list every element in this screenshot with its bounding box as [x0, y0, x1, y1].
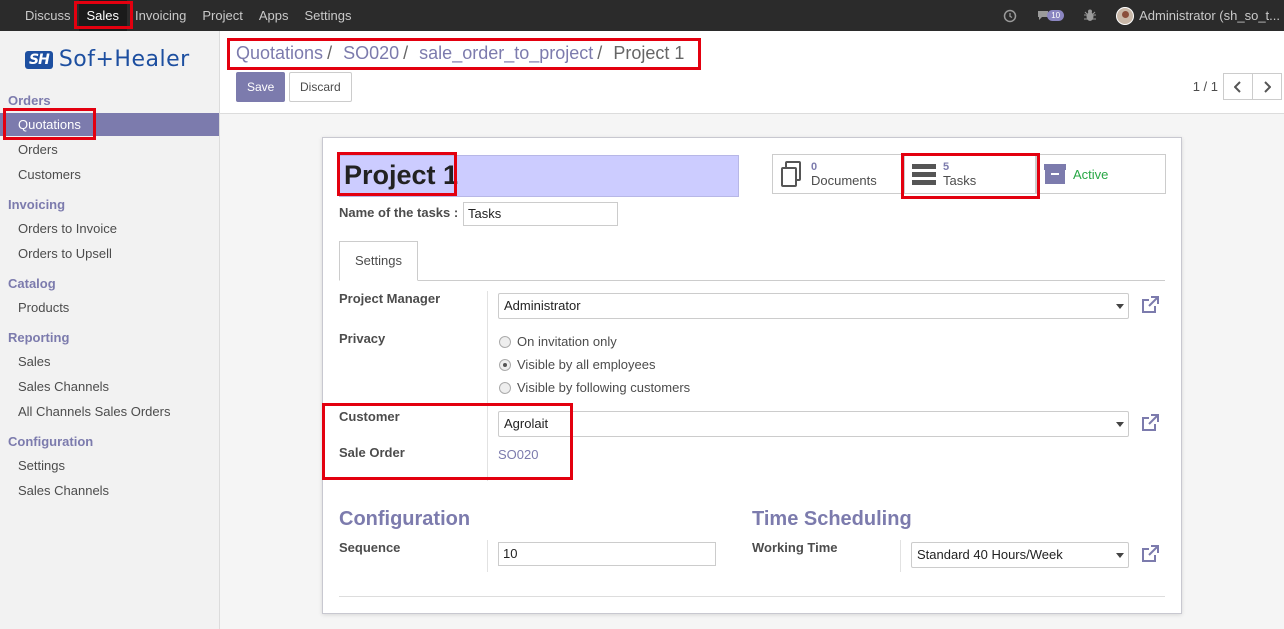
top-navbar: Discuss Sales Invoicing Project Apps Set…: [0, 0, 1284, 31]
sidebar-section-catalog: Catalog: [8, 276, 56, 291]
privacy-option-invitation[interactable]: On invitation only: [499, 334, 617, 349]
sequence-input[interactable]: 10: [498, 542, 716, 566]
working-time-select[interactable]: Standard 40 Hours/Week: [911, 542, 1129, 568]
external-link-icon[interactable]: [1140, 295, 1160, 315]
discard-button[interactable]: Discard: [289, 72, 352, 102]
sidebar-section-orders: Orders: [8, 93, 51, 108]
working-time-value: Standard 40 Hours/Week: [917, 547, 1063, 562]
customer-label: Customer: [339, 409, 400, 424]
pager-value: 1 / 1: [1192, 79, 1218, 94]
breadcrumb: Quotations / SO020/ sale_order_to_project…: [236, 43, 685, 63]
chevron-left-icon: [1234, 80, 1241, 93]
sale-order-label: Sale Order: [339, 445, 405, 460]
sidebar-item-products[interactable]: Products: [0, 296, 219, 319]
privacy-option-label: Visible by following customers: [517, 380, 691, 395]
chevron-down-icon: [1116, 553, 1124, 558]
softhealer-logo: SH Sof+Healer: [25, 47, 190, 72]
external-link-icon[interactable]: [1140, 413, 1160, 433]
sidebar-section-configuration: Configuration: [8, 434, 94, 449]
field-divider: [487, 540, 488, 572]
sale-order-link[interactable]: SO020: [498, 447, 538, 462]
customer-select[interactable]: Agrolait: [498, 411, 1129, 437]
menu-settings[interactable]: Settings: [296, 0, 359, 31]
tab-underline: [339, 280, 1165, 281]
radio-button[interactable]: [499, 381, 511, 394]
debug-bug-icon[interactable]: [1084, 9, 1097, 22]
menu-apps[interactable]: Apps: [251, 0, 297, 31]
sidebar-item-sales-channels[interactable]: Sales Channels: [0, 375, 219, 398]
sidebar-item-config-sales-channels[interactable]: Sales Channels: [0, 479, 219, 502]
sidebar-item-customers[interactable]: Customers: [0, 163, 219, 186]
breadcrumb-quotations[interactable]: Quotations: [236, 43, 323, 63]
privacy-label: Privacy: [339, 331, 386, 346]
archive-icon: [1044, 164, 1066, 184]
pager-next-button[interactable]: [1252, 73, 1282, 100]
breadcrumb-so020[interactable]: SO020: [343, 43, 399, 63]
sidebar-item-quotations[interactable]: Quotations: [0, 113, 219, 136]
systray: 10 Administrator (sh_so_t...: [993, 0, 1284, 31]
external-link-icon[interactable]: [1140, 544, 1160, 564]
tasks-smart-button[interactable]: 5 Tasks: [904, 154, 1036, 194]
menu-discuss[interactable]: Discuss: [17, 0, 79, 31]
tasks-label: Tasks: [943, 172, 977, 188]
save-button[interactable]: Save: [236, 72, 285, 102]
configuration-heading: Configuration: [339, 508, 471, 530]
radio-button-checked[interactable]: [499, 358, 511, 371]
privacy-option-employees[interactable]: Visible by all employees: [499, 357, 656, 372]
chevron-down-icon: [1116, 304, 1124, 309]
sidebar-item-settings[interactable]: Settings: [0, 454, 219, 477]
privacy-option-customers[interactable]: Visible by following customers: [499, 380, 690, 395]
active-toggle-button[interactable]: Active: [1036, 154, 1166, 194]
avatar: [1116, 6, 1135, 25]
sidebar-section-reporting: Reporting: [8, 330, 70, 345]
breadcrumb-sale-order-to-project[interactable]: sale_order_to_project: [419, 43, 593, 63]
radio-button[interactable]: [499, 335, 511, 348]
main-menu: Discuss Sales Invoicing Project Apps Set…: [0, 0, 359, 31]
active-label: Active: [1073, 166, 1109, 182]
tasks-count: 5: [943, 160, 950, 173]
sequence-label: Sequence: [339, 540, 401, 555]
chevron-right-icon: [1264, 80, 1271, 93]
logo-text: Sof+Healer: [58, 47, 190, 72]
clock-icon[interactable]: [1003, 9, 1017, 23]
sidebar-item-all-channels-sales-orders[interactable]: All Channels Sales Orders: [0, 400, 219, 423]
tasks-icon: [912, 164, 936, 185]
sidebar-section-invoicing: Invoicing: [8, 197, 66, 212]
privacy-option-label: Visible by all employees: [517, 357, 656, 372]
customer-value: Agrolait: [504, 416, 549, 431]
messages-icon[interactable]: 10: [1037, 10, 1065, 21]
form-bottom-divider: [339, 596, 1165, 597]
menu-invoicing[interactable]: Invoicing: [127, 0, 194, 31]
documents-label: Documents: [811, 172, 877, 188]
project-manager-value: Administrator: [504, 298, 581, 313]
field-divider: [487, 291, 488, 481]
menu-project[interactable]: Project: [194, 0, 250, 31]
user-menu[interactable]: Administrator (sh_so_t...: [1116, 6, 1280, 25]
sidebar-item-orders-to-invoice[interactable]: Orders to Invoice: [0, 217, 219, 240]
name-of-tasks-input[interactable]: Tasks: [463, 202, 618, 226]
project-name-value: Project 1: [344, 160, 459, 190]
logo-mark: SH: [25, 50, 53, 69]
sidebar-item-orders[interactable]: Orders: [0, 138, 219, 161]
documents-count: 0: [811, 160, 818, 173]
tab-settings[interactable]: Settings: [339, 241, 418, 281]
privacy-option-label: On invitation only: [517, 334, 617, 349]
sidebar-item-orders-to-upsell[interactable]: Orders to Upsell: [0, 242, 219, 265]
field-divider: [900, 540, 901, 572]
sidebar-item-sales[interactable]: Sales: [0, 350, 219, 373]
message-count-badge: 10: [1047, 10, 1065, 21]
documents-smart-button[interactable]: 0 Documents: [772, 154, 904, 194]
chevron-down-icon: [1116, 422, 1124, 427]
project-manager-select[interactable]: Administrator: [498, 293, 1129, 319]
time-scheduling-heading: Time Scheduling: [752, 508, 912, 530]
name-of-tasks-label: Name of the tasks :: [339, 205, 459, 220]
user-name: Administrator (sh_so_t...: [1139, 8, 1280, 23]
pager-previous-button[interactable]: [1223, 73, 1253, 100]
working-time-label: Working Time: [752, 540, 838, 555]
documents-icon: [781, 161, 801, 187]
project-manager-label: Project Manager: [339, 291, 441, 306]
menu-sales[interactable]: Sales: [78, 0, 128, 31]
breadcrumb-current: Project 1: [613, 43, 685, 63]
